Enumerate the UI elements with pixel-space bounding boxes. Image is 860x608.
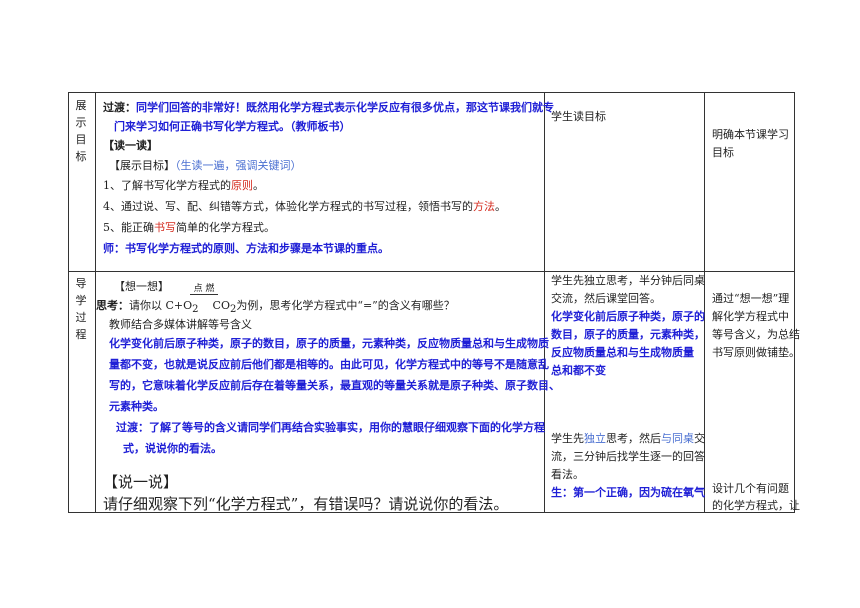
think-section-title: 【想一想】 (114, 280, 169, 293)
table-left-border (68, 92, 69, 513)
goal-item-3: 5、能正确书写简单的化学方程式。 (103, 221, 275, 234)
student-think-1: 学生先独立思考，半分钟后同桌 (551, 274, 705, 287)
student-answer-3: 反应物质量总和与生成物质量 (551, 346, 694, 359)
equal-sign-explanation-1: 化学变化前后原子种类，原子的数目，原子的质量，元素种类，反应物质量总和与生成物质 (109, 337, 549, 350)
goal-item-1: 1、了解书写化学方程式的原则。 (103, 179, 264, 192)
transition-observe-1: 过渡：了解了等号的含义请同学们再结合实验事实，用你的慧眼仔细观察下面的化学方程 (116, 421, 545, 434)
row-label-guided-process: 导学 过程 (75, 277, 87, 341)
student-answer-2: 数目，原子的质量，元素种类， (551, 328, 705, 341)
table-top-border (68, 92, 795, 93)
design-intent-think-4: 书写原则做铺垫。 (712, 346, 800, 359)
student-think-2: 交流，然后课堂回答。 (551, 292, 661, 305)
say-section-title: 【说一说】 (103, 473, 179, 491)
design-intent-say-2: 的化学方程式，让 (712, 499, 800, 512)
equal-sign-explanation-2: 量都不变，也就是说反应前后他们都是相等的。由此可见，化学方程式中的等号不是随意乱 (109, 358, 549, 371)
row-label-display-goals: 展示 目标 (75, 99, 87, 163)
design-intent-think-3: 等号含义，为总结 (712, 328, 800, 341)
say-question: 请仔细观察下列“化学方程式”，有错误吗？请说说你的看法。 (103, 495, 509, 513)
column-divider-2 (544, 92, 545, 513)
design-intent-goals-2: 目标 (712, 146, 734, 159)
student-answer-first: 生：第一个正确，因为硫在氧气 (551, 486, 705, 499)
transition-line-2: 门来学习如何正确书写化学方程式。（教师板书） (114, 120, 351, 133)
table-right-border (794, 92, 795, 513)
read-section-title: 【读一读】 (103, 139, 158, 152)
student-activity-read-goals: 学生读目标 (551, 110, 606, 123)
design-intent-say-1: 设计几个有问题 (712, 482, 789, 495)
student-discuss-1: 学生先独立思考，然后与同桌交 (551, 432, 705, 445)
goals-heading: 【展示目标】（生读一遍，强调关键词） (109, 159, 302, 172)
student-answer-4: 总和都不变 (551, 364, 606, 377)
transition-line-1: 过渡：同学们回答的非常好！既然用化学方程式表示化学反应有很多优点，那这节课我们就… (103, 101, 554, 114)
student-discuss-3: 看法。 (551, 468, 584, 481)
student-answer-1: 化学变化前后原子种类，原子的 (551, 310, 705, 323)
key-points-line: 师：书写化学方程式的原则、方法和步骤是本节课的重点。 (103, 242, 389, 255)
multimedia-note: 教师结合多媒体讲解等号含义 (109, 318, 252, 331)
student-discuss-2: 流，三分钟后找学生逐一的回答 (551, 450, 705, 463)
design-intent-goals-1: 明确本节课学习 (712, 128, 789, 141)
transition-observe-2: 式，说说你的看法。 (123, 442, 222, 455)
design-intent-think-1: 通过“想一想”理 (712, 292, 790, 305)
goal-item-2: 4、通过说、写、配、纠错等方式，体验化学方程式的书写过程，领悟书写的方法。 (103, 200, 506, 213)
equal-sign-explanation-4: 元素种类。 (109, 400, 164, 413)
design-intent-think-2: 解化学方程式中 (712, 310, 789, 323)
equal-sign-explanation-3: 写的，它意味着化学反应前后存在着等量关系，最直观的等量关系就是原子种类、原子数目… (109, 379, 560, 392)
reaction-condition: 点 燃 (190, 284, 218, 295)
